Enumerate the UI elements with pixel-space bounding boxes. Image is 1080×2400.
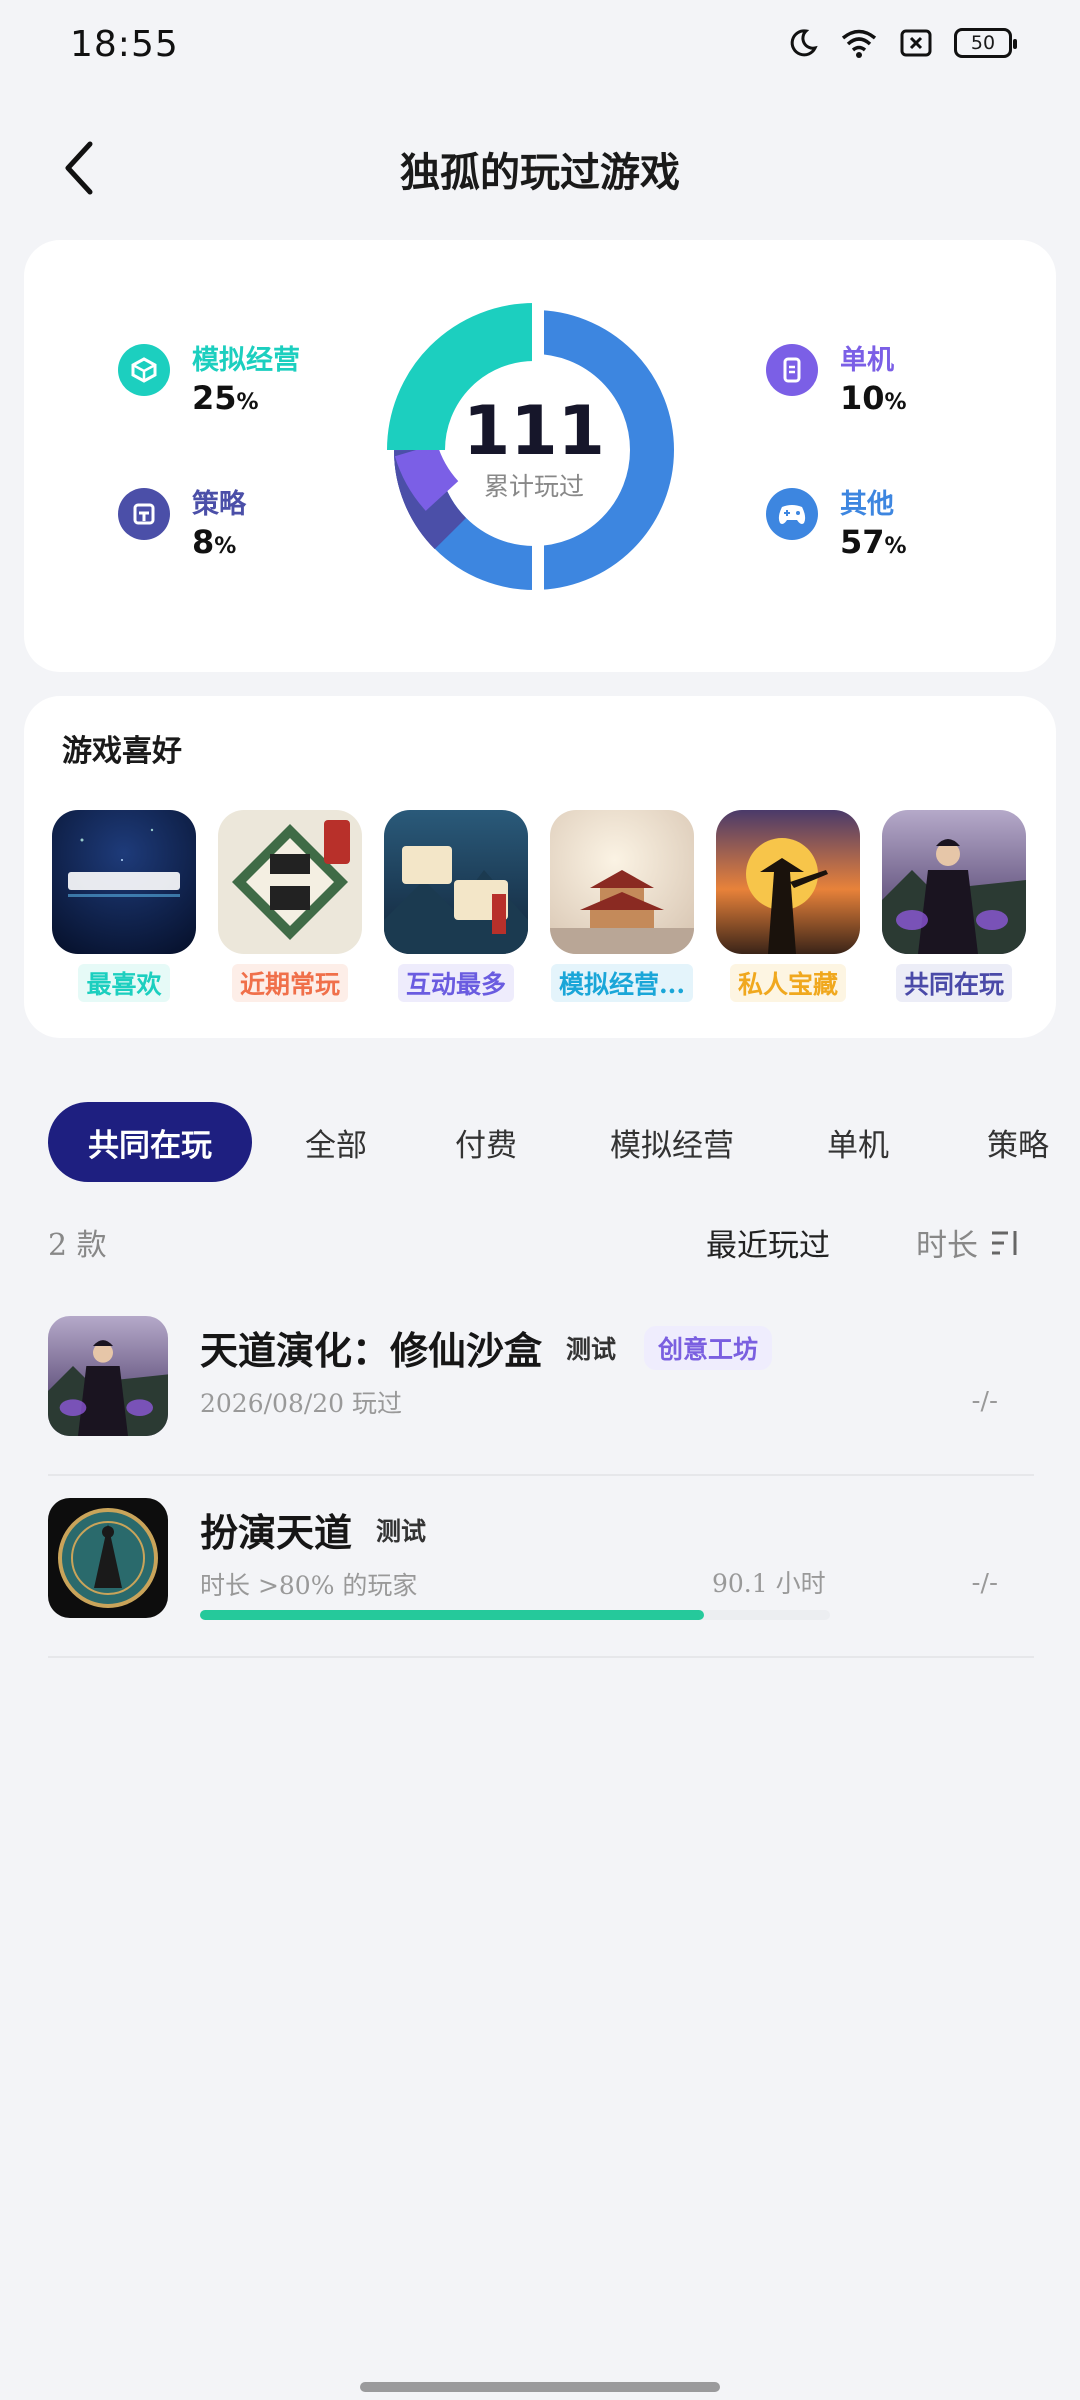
row-title: 扮演天道 测试 — [200, 1502, 426, 1557]
moon-icon — [790, 29, 818, 57]
game-tag: 最喜欢 — [78, 964, 170, 1002]
playtime-progress — [200, 1610, 830, 1620]
home-indicator[interactable] — [360, 2382, 720, 2392]
stat-pct: 25% — [192, 379, 259, 417]
game-tile[interactable]: 最喜欢 — [52, 810, 196, 1002]
stat-label: 单机 — [840, 345, 894, 376]
sort-duration-label: 时长 — [916, 1228, 978, 1264]
game-tile[interactable]: 共同在玩 — [882, 810, 1026, 1002]
game-tile[interactable]: 近期常玩 — [218, 810, 362, 1002]
tab-standalone[interactable]: 单机 — [798, 1102, 918, 1182]
list-header: 2 款 最近玩过 时长 — [0, 1218, 1080, 1268]
game-tag: 近期常玩 — [231, 964, 348, 1002]
game-tag: 模拟经营... — [550, 964, 694, 1002]
battery-icon: 50 — [954, 28, 1017, 58]
playtime-progress-fill — [200, 1610, 704, 1620]
playtime-hours: 90.1 小时 — [712, 1569, 826, 1598]
stat-simulation[interactable]: 模拟经营 25% — [118, 344, 300, 423]
playtime-percentile: 时长 >80% 的玩家 — [200, 1571, 418, 1600]
tab-simulation[interactable]: 模拟经营 — [584, 1102, 760, 1182]
game-icon-sunset-wanderer — [716, 810, 860, 954]
stat-label: 其他 — [840, 489, 894, 520]
status-bar: 18:55 50 — [0, 0, 1080, 96]
tab-playing-together[interactable]: 共同在玩 — [48, 1102, 252, 1182]
simulation-icon — [118, 344, 170, 396]
wifi-icon — [841, 29, 877, 58]
sort-recent-button[interactable]: 最近玩过 — [706, 1220, 830, 1265]
row-title: 天道演化：修仙沙盒 测试 创意工坊 — [200, 1320, 773, 1375]
standalone-icon — [766, 344, 818, 396]
preference-games: 最喜欢 近期常玩 互动最多 模拟经营... 私人宝藏 共同在玩 — [52, 810, 1026, 1002]
sort-duration-button[interactable]: 时长 — [916, 1220, 1020, 1265]
game-icon-pavilion — [550, 810, 694, 954]
status-time: 18:55 — [70, 24, 179, 65]
stat-label: 模拟经营 — [192, 345, 300, 376]
workshop-badge: 创意工坊 — [644, 1325, 773, 1370]
stat-pct: 8% — [192, 523, 237, 561]
stat-strategy[interactable]: 策略 8% — [118, 488, 246, 567]
page-title: 独孤的玩过游戏 — [400, 149, 680, 196]
game-icon-ancestors — [218, 810, 362, 954]
stat-standalone[interactable]: 单机 10% — [766, 344, 907, 423]
game-icon-tiandao-sandbox — [48, 1316, 168, 1436]
sort-icon — [992, 1230, 1017, 1255]
game-icon-tiandao-sandbox — [882, 810, 1026, 954]
game-tile[interactable]: 私人宝藏 — [716, 810, 860, 1002]
stat-pct: 10% — [840, 379, 907, 417]
donut-chart: 111 累计玩过 — [384, 300, 684, 600]
donut-center: 111 累计玩过 — [384, 300, 684, 600]
game-icon-role-play-tiandao — [48, 1498, 168, 1618]
game-name: 天道演化：修仙沙盒 — [200, 1328, 543, 1373]
game-tag: 互动最多 — [397, 964, 514, 1002]
status-icons: 50 — [788, 28, 1017, 58]
gamepad-icon — [766, 488, 818, 540]
list-item[interactable]: 扮演天道 测试 时长 >80% 的玩家 90.1 小时 -/- — [48, 1476, 1034, 1658]
test-badge: 测试 — [376, 1516, 427, 1546]
game-tag: 私人宝藏 — [729, 964, 846, 1002]
game-tile[interactable]: 互动最多 — [384, 810, 528, 1002]
nav-bar: 独孤的玩过游戏 — [0, 120, 1080, 216]
list-item[interactable]: 天道演化：修仙沙盒 测试 创意工坊 2026/08/20 玩过 -/- — [48, 1294, 1034, 1476]
stats-card: 模拟经营 25% 策略 8% 单机 10% 其他 57% 111 累计玩过 — [24, 240, 1056, 672]
stat-pct: 57% — [840, 523, 907, 561]
stat-other[interactable]: 其他 57% — [766, 488, 907, 567]
preferences-title: 游戏喜好 — [62, 734, 182, 769]
game-tile[interactable]: 模拟经营... — [550, 810, 694, 1002]
last-played: 2026/08/20 玩过 — [200, 1389, 403, 1418]
sim-off-icon — [900, 29, 932, 57]
game-icon-cultivation-clan — [384, 810, 528, 954]
tab-strategy[interactable]: 策略 — [958, 1102, 1078, 1182]
category-tabs: 共同在玩 全部 付费 模拟经营 单机 策略 — [0, 1102, 1080, 1182]
game-tag: 共同在玩 — [895, 964, 1012, 1002]
total-count: 111 — [463, 392, 605, 471]
duration-value: -/- — [971, 1386, 998, 1415]
test-badge: 测试 — [566, 1334, 617, 1364]
tab-paid[interactable]: 付费 — [426, 1102, 546, 1182]
game-count: 2 款 — [48, 1228, 107, 1263]
tab-all[interactable]: 全部 — [276, 1102, 396, 1182]
duration-value: -/- — [971, 1568, 998, 1597]
preferences-card: 游戏喜好 最喜欢 近期常玩 互动最多 模拟经营... 私人宝藏 共同在玩 — [24, 696, 1056, 1038]
strategy-icon — [118, 488, 170, 540]
total-label: 累计玩过 — [483, 472, 584, 501]
stat-label: 策略 — [192, 489, 246, 520]
game-name: 扮演天道 — [200, 1510, 353, 1555]
game-icon-emulator — [52, 810, 196, 954]
